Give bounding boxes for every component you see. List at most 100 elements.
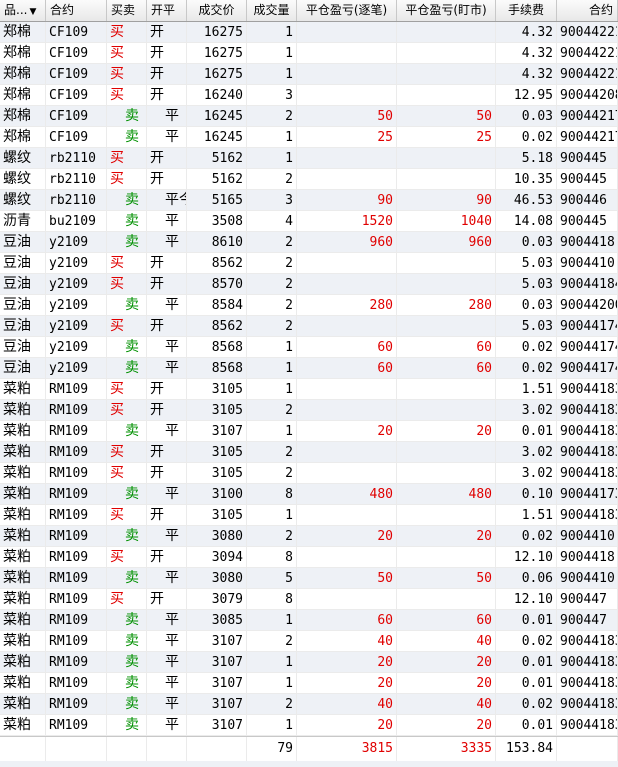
table-row[interactable]: 螺纹 rb2110 买开 5162 2 10.35 900445 — [0, 169, 618, 190]
table-row[interactable]: 菜粕 RM109 卖平 3100 8 480 480 0.10 90044173 — [0, 484, 618, 505]
table-row[interactable]: 菜粕 RM109 卖平 3085 1 60 60 0.01 900447 — [0, 610, 618, 631]
header-contract-no[interactable]: 合约 — [557, 0, 618, 21]
cell-pnl-trade: 60 — [297, 358, 397, 379]
cell-name: 菜粕 — [0, 526, 46, 547]
cell-name: 菜粕 — [0, 652, 46, 673]
cell-price: 3080 — [187, 526, 247, 547]
cell-pnl-trade — [297, 547, 397, 568]
table-row[interactable]: 豆油 y2109 买开 8570 2 5.03 90044184 — [0, 274, 618, 295]
cell-qty: 2 — [247, 106, 297, 127]
table-row[interactable]: 郑棉 CF109 买开 16275 1 4.32 90044221 — [0, 43, 618, 64]
cell-name: 菜粕 — [0, 484, 46, 505]
cell-qty: 1 — [247, 421, 297, 442]
cell-pnl-trade — [297, 316, 397, 337]
table-row[interactable]: 菜粕 RM109 买开 3105 1 1.51 90044183 — [0, 379, 618, 400]
table-row[interactable]: 豆油 y2109 卖平 8568 1 60 60 0.02 90044174 — [0, 337, 618, 358]
cell-name: 菜粕 — [0, 442, 46, 463]
cell-contract-no: 90044200 — [557, 295, 618, 316]
table-row[interactable]: 沥青 bu2109 卖平 3508 4 1520 1040 14.08 900445 — [0, 211, 618, 232]
cell-name: 菜粕 — [0, 400, 46, 421]
header-open-close[interactable]: 开平 — [147, 0, 187, 21]
cell-name: 菜粕 — [0, 694, 46, 715]
table-row[interactable]: 菜粕 RM109 卖平 3080 2 20 20 0.02 9004410 — [0, 526, 618, 547]
cell-open-close: 平今 — [147, 190, 187, 211]
cell-contract: y2109 — [46, 253, 107, 274]
cell-open-close: 开 — [147, 547, 187, 568]
cell-pnl-mtm: 20 — [397, 652, 496, 673]
cell-side: 卖 — [107, 694, 147, 715]
cell-side: 买 — [107, 589, 147, 610]
table-row[interactable]: 郑棉 CF109 买开 16240 3 12.95 90044208 — [0, 85, 618, 106]
table-row[interactable]: 菜粕 RM109 卖平 3080 5 50 50 0.06 9004410 — [0, 568, 618, 589]
cell-contract-no: 90044183 — [557, 400, 618, 421]
cell-pnl-trade — [297, 442, 397, 463]
cell-fee: 0.01 — [496, 652, 557, 673]
table-row[interactable]: 菜粕 RM109 买开 3079 8 12.10 900447 — [0, 589, 618, 610]
cell-contract-no: 90044174 — [557, 358, 618, 379]
table-row[interactable]: 豆油 y2109 卖平 8584 2 280 280 0.03 90044200 — [0, 295, 618, 316]
table-row[interactable]: 菜粕 RM109 卖平 3107 1 20 20 0.01 90044183 — [0, 421, 618, 442]
cell-pnl-mtm — [397, 463, 496, 484]
cell-open-close: 平 — [147, 232, 187, 253]
cell-contract-no: 9004418 — [557, 232, 618, 253]
table-row[interactable]: 郑棉 CF109 买开 16275 1 4.32 90044221 — [0, 64, 618, 85]
table-row[interactable]: 菜粕 RM109 买开 3094 8 12.10 9004418 — [0, 547, 618, 568]
cell-name: 豆油 — [0, 358, 46, 379]
header-side[interactable]: 买卖 — [107, 0, 147, 21]
cell-qty: 2 — [247, 526, 297, 547]
cell-contract: RM109 — [46, 421, 107, 442]
cell-fee: 3.02 — [496, 400, 557, 421]
cell-price: 8570 — [187, 274, 247, 295]
table-row[interactable]: 螺纹 rb2110 买开 5162 1 5.18 900445 — [0, 148, 618, 169]
cell-price: 8584 — [187, 295, 247, 316]
table-row[interactable]: 菜粕 RM109 卖平 3107 1 20 20 0.01 90044183 — [0, 715, 618, 736]
cell-contract: RM109 — [46, 400, 107, 421]
header-name[interactable]: 品... ▼ — [0, 0, 46, 21]
cell-side: 卖 — [107, 715, 147, 736]
header-fee[interactable]: 手续费 — [496, 0, 557, 21]
table-row[interactable]: 豆油 y2109 卖平 8568 1 60 60 0.02 90044174 — [0, 358, 618, 379]
cell-contract-no: 90044183 — [557, 505, 618, 526]
cell-open-close: 开 — [147, 148, 187, 169]
cell-open-close: 开 — [147, 43, 187, 64]
cell-pnl-trade — [297, 85, 397, 106]
cell-pnl-trade — [297, 43, 397, 64]
table-row[interactable]: 菜粕 RM109 卖平 3107 2 40 40 0.02 90044183 — [0, 694, 618, 715]
header-pnl-mtm[interactable]: 平仓盈亏(盯市) — [397, 0, 496, 21]
cell-fee: 5.03 — [496, 316, 557, 337]
cell-name: 豆油 — [0, 232, 46, 253]
table-row[interactable]: 菜粕 RM109 卖平 3107 1 20 20 0.01 90044183 — [0, 652, 618, 673]
cell-open-close: 平 — [147, 127, 187, 148]
table-row[interactable]: 豆油 y2109 卖平 8610 2 960 960 0.03 9004418 — [0, 232, 618, 253]
cell-contract: RM109 — [46, 484, 107, 505]
cell-side: 买 — [107, 64, 147, 85]
cell-fee: 0.03 — [496, 106, 557, 127]
table-row[interactable]: 豆油 y2109 买开 8562 2 5.03 9004410 — [0, 253, 618, 274]
cell-side: 买 — [107, 169, 147, 190]
table-row[interactable]: 菜粕 RM109 买开 3105 2 3.02 90044183 — [0, 442, 618, 463]
table-row[interactable]: 菜粕 RM109 买开 3105 2 3.02 90044183 — [0, 400, 618, 421]
table-row[interactable]: 菜粕 RM109 买开 3105 2 3.02 90044183 — [0, 463, 618, 484]
cell-pnl-trade — [297, 22, 397, 43]
header-contract[interactable]: 合约 — [46, 0, 107, 21]
cell-name: 菜粕 — [0, 568, 46, 589]
table-row[interactable]: 郑棉 CF109 卖平 16245 2 50 50 0.03 90044217 — [0, 106, 618, 127]
cell-open-close: 开 — [147, 589, 187, 610]
table-row[interactable]: 菜粕 RM109 卖平 3107 1 20 20 0.01 90044183 — [0, 673, 618, 694]
table-row[interactable]: 螺纹rb2110卖平今51653909046.53900446 — [0, 190, 618, 211]
table-row[interactable]: 郑棉 CF109 买开 16275 1 4.32 90044221 — [0, 22, 618, 43]
table-row[interactable]: 豆油 y2109 买开 8562 2 5.03 90044174 — [0, 316, 618, 337]
header-price[interactable]: 成交价 — [187, 0, 247, 21]
cell-qty: 2 — [247, 232, 297, 253]
total-pnl-trade: 3815 — [297, 737, 397, 761]
table-row[interactable]: 菜粕 RM109 卖平 3107 2 40 40 0.02 90044183 — [0, 631, 618, 652]
cell-pnl-mtm — [397, 22, 496, 43]
cell-price: 3105 — [187, 463, 247, 484]
table-row[interactable]: 菜粕 RM109 买开 3105 1 1.51 90044183 — [0, 505, 618, 526]
cell-name: 菜粕 — [0, 505, 46, 526]
header-pnl-trade[interactable]: 平仓盈亏(逐笔) — [297, 0, 397, 21]
cell-side: 买 — [107, 274, 147, 295]
cell-price: 3107 — [187, 631, 247, 652]
table-row[interactable]: 郑棉 CF109 卖平 16245 1 25 25 0.02 90044217 — [0, 127, 618, 148]
header-qty[interactable]: 成交量 — [247, 0, 297, 21]
